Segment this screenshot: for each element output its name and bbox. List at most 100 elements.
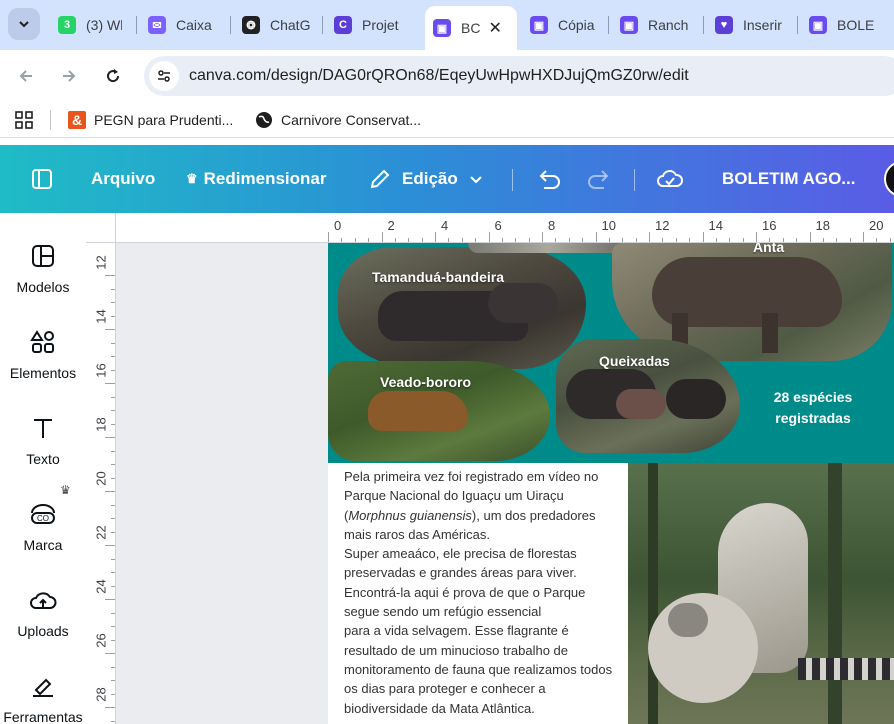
tamandua-photo[interactable]	[338, 247, 586, 369]
url-text: canva.com/design/DAG0rQROn68/EqeyUwHpwHX…	[189, 67, 689, 84]
ruler-tick-label: 4	[441, 218, 449, 233]
back-button[interactable]	[12, 62, 40, 90]
elements-icon	[28, 327, 58, 357]
eagle-tail-shape	[798, 658, 894, 680]
ruler-tick	[111, 720, 115, 722]
label-veado: Veado-bororo	[380, 374, 472, 390]
browser-tab[interactable]: ▣ BC ✕	[425, 6, 517, 50]
file-menu[interactable]: Arquivo	[91, 145, 155, 213]
ruler-tick-label: 26	[93, 633, 109, 648]
ruler-tick	[889, 238, 891, 242]
redo-icon	[588, 170, 609, 189]
ruler-tick	[662, 238, 664, 242]
sidebar-toggle-icon	[32, 169, 52, 189]
ruler-tick	[111, 585, 115, 587]
site-info-button[interactable]	[149, 61, 179, 91]
text-icon	[28, 413, 58, 443]
ruler-tick	[111, 612, 115, 614]
header-divider	[634, 169, 635, 191]
ruler-tick	[111, 572, 115, 573]
design-page[interactable]: Tamanduá-bandeira Anta Veado-bororo Quei…	[328, 243, 894, 724]
browser-tab-strip: 3 (3) Wh ✉ Caixa ❂ ChatG C Projet ▣ BC ✕ ▣ Cópia ▣ Ran…	[0, 0, 894, 50]
tools-icon	[28, 671, 58, 701]
sidebar-item-ferramentas[interactable]: Ferramentas	[0, 671, 86, 724]
tab-favicon-icon: ▣	[620, 16, 638, 34]
sidebar-item-elementos[interactable]: Elementos	[0, 327, 86, 381]
browser-tab[interactable]: 3 (3) Wh	[50, 8, 130, 42]
browser-tab[interactable]: C Projet	[326, 8, 416, 42]
ruler-tick	[796, 238, 798, 242]
ruler-tick-label: 12	[93, 255, 109, 270]
tab-separator	[703, 16, 704, 34]
browser-tab[interactable]: ▣ Ranch	[612, 8, 696, 42]
tab-search-button[interactable]	[8, 8, 40, 40]
ruler-tick-label: 24	[93, 579, 109, 594]
svg-text:CO: CO	[37, 514, 49, 523]
resize-button[interactable]: ♛ Redimensionar	[186, 145, 326, 213]
browser-tab[interactable]: ▣ Cópia	[522, 8, 606, 42]
forward-button[interactable]	[55, 62, 83, 90]
resize-label: Redimensionar	[203, 169, 327, 188]
species-count-text: 28 espécies registradas	[773, 389, 853, 426]
tab-label: BOLE	[837, 17, 875, 33]
editor-workspace[interactable]: 0 2 4 6 8 10 12 14 16 18 20 12 14 16 18 20 22 24 26 28 Tam…	[86, 213, 894, 724]
address-bar[interactable]: canva.com/design/DAG0rQROn68/EqeyUwHpwHX…	[144, 56, 894, 96]
tab-favicon-icon: ▣	[530, 16, 548, 34]
cloud-check-icon	[657, 170, 683, 187]
undo-button[interactable]	[536, 145, 562, 213]
ruler-tick	[111, 464, 115, 465]
browser-tab[interactable]: ❂ ChatG	[234, 8, 318, 42]
ruler-tick	[729, 238, 731, 242]
edit-menu[interactable]: Edição	[368, 145, 484, 213]
bookmark-carnivore[interactable]: Carnivore Conservat...	[255, 109, 421, 131]
ruler-tick	[782, 238, 784, 242]
uploads-icon	[28, 585, 58, 615]
sidebar-item-label: Texto	[26, 451, 60, 467]
ruler-tick	[111, 369, 115, 371]
bookmark-pegn[interactable]: & PEGN para Prudenti...	[68, 109, 233, 131]
sidebar-item-label: Ferramentas	[3, 709, 83, 724]
ruler-tick	[448, 238, 450, 242]
sidebar-item-modelos[interactable]: Modelos	[0, 241, 86, 295]
tree-trunk-shape	[828, 463, 842, 724]
ruler-tick	[435, 232, 436, 242]
toggle-sidebar-button[interactable]	[30, 145, 54, 213]
ruler-tick	[568, 238, 570, 242]
sidebar-item-label: Modelos	[16, 279, 70, 295]
browser-tab[interactable]: ▣ BOLE	[801, 8, 894, 42]
tab-label: Ranch	[648, 17, 688, 33]
apps-button[interactable]	[14, 109, 34, 131]
screen: 3 (3) Wh ✉ Caixa ❂ ChatG C Projet ▣ BC ✕ ▣ Cópia ▣ Ran…	[0, 0, 894, 724]
browser-tab[interactable]: ✉ Caixa	[140, 8, 224, 42]
tune-icon	[158, 70, 170, 82]
avatar[interactable]	[884, 161, 894, 197]
article-text[interactable]: Pela primeira vez foi registrado em víde…	[344, 467, 614, 718]
reload-button[interactable]	[99, 62, 127, 90]
sidebar-item-texto[interactable]: Texto	[0, 413, 86, 467]
ruler-tick	[702, 232, 704, 242]
ruler-tick	[105, 653, 115, 654]
sidebar-item-uploads[interactable]: Uploads	[0, 585, 86, 639]
tab-favicon-icon: 3	[58, 16, 76, 34]
harpy-eagle-photo[interactable]	[628, 463, 894, 724]
sidebar-item-marca[interactable]: CO Marca ♛	[0, 483, 86, 553]
canvas-margin	[116, 243, 328, 724]
undo-icon	[539, 170, 560, 189]
ruler-tick	[105, 545, 115, 546]
ruler-tick	[105, 491, 115, 492]
tab-favicon-icon: ▣	[433, 19, 451, 37]
redo-button[interactable]	[586, 145, 612, 213]
ruler-tick	[111, 302, 115, 303]
tab-separator	[322, 16, 323, 34]
peccary-shape	[666, 379, 726, 419]
cloud-save-status[interactable]	[656, 145, 684, 213]
ruler-tick	[461, 238, 463, 242]
browser-tab[interactable]: ♥ Inserir	[707, 8, 793, 42]
label-tamandua: Tamanduá-bandeira	[372, 269, 504, 285]
close-tab-icon[interactable]: ✕	[488, 18, 501, 38]
ruler-tick	[111, 356, 115, 357]
ruler-tick-label: 2	[387, 218, 395, 233]
ruler-tick	[595, 232, 597, 242]
design-title[interactable]: BOLETIM AGO...	[722, 145, 855, 213]
peccary-shape	[616, 389, 666, 419]
